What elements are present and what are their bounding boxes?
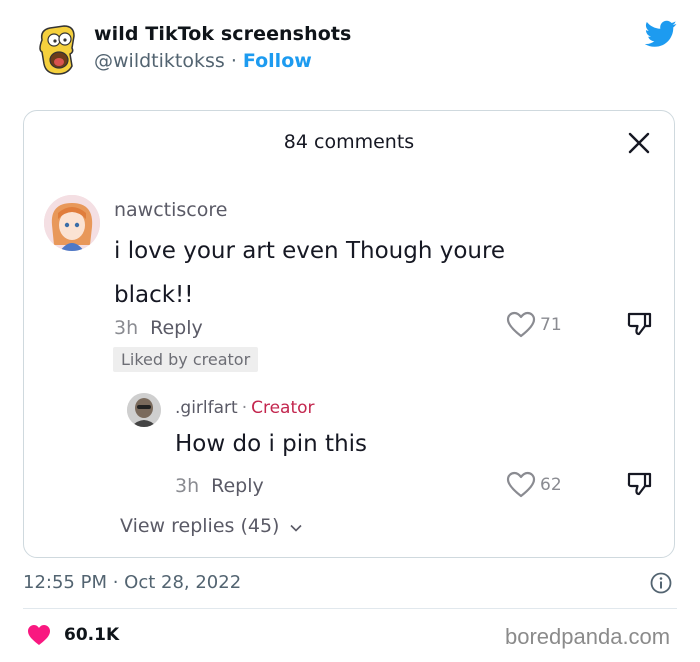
tiktok-comments-screenshot: 84 comments nawctiscore i love your art …	[23, 110, 675, 558]
thumbs-down-icon[interactable]	[626, 471, 652, 497]
chevron-down-icon	[289, 524, 302, 532]
comment-text: i love your art even Though youre black!…	[114, 238, 506, 308]
separator: ·	[230, 50, 237, 72]
follow-button[interactable]: Follow	[243, 50, 312, 72]
creator-avatar[interactable]	[127, 393, 161, 427]
author-handle-row: @wildtiktokss · Follow	[94, 50, 312, 72]
tweet-timestamp[interactable]: 12:55 PM · Oct 28, 2022	[23, 572, 241, 593]
reply-meta: 3h Reply	[175, 475, 264, 497]
separator: ·	[241, 398, 248, 418]
info-icon[interactable]	[650, 572, 672, 594]
view-replies-button[interactable]: View replies (45)	[120, 515, 302, 537]
creator-username[interactable]: .girlfart	[175, 398, 238, 418]
reply-like-count: 62	[540, 474, 562, 495]
tweet-like-count: 60.1K	[64, 625, 120, 645]
twitter-bird-icon[interactable]	[644, 20, 677, 48]
divider	[23, 608, 677, 609]
heart-filled-icon	[28, 625, 50, 645]
creator-username-row: .girlfart · Creator	[175, 398, 315, 418]
author-name[interactable]: wild TikTok screenshots	[94, 23, 351, 45]
comments-title: 84 comments	[283, 131, 415, 153]
liked-by-creator-badge: Liked by creator	[113, 347, 259, 372]
author-avatar[interactable]	[34, 22, 80, 76]
reply-reply-button[interactable]: Reply	[211, 475, 264, 497]
commenter-avatar[interactable]	[44, 195, 100, 251]
reply-time: 3h	[175, 475, 200, 497]
comment-reply-button[interactable]: Reply	[150, 317, 203, 339]
comment-like-count: 71	[540, 314, 562, 335]
comment-time: 3h	[114, 317, 139, 339]
heart-outline-icon	[506, 471, 536, 498]
tweet-header: wild TikTok screenshots @wildtiktokss · …	[0, 0, 700, 100]
tweet-like-button[interactable]: 60.1K	[27, 624, 119, 646]
thumbs-down-icon[interactable]	[626, 311, 652, 337]
watermark: boredpanda.com	[505, 624, 671, 649]
heart-outline-icon	[506, 311, 536, 338]
commenter-username[interactable]: nawctiscore	[114, 199, 227, 221]
reply-like-button[interactable]: 62	[506, 471, 562, 498]
author-handle[interactable]: @wildtiktokss	[94, 50, 225, 72]
comment-meta: 3h Reply	[114, 317, 203, 339]
reply-text: How do i pin this	[175, 431, 368, 457]
view-replies-label: View replies (45)	[120, 515, 280, 537]
creator-label: Creator	[251, 398, 315, 418]
close-icon[interactable]	[628, 132, 650, 154]
comment-like-button[interactable]: 71	[506, 311, 562, 338]
